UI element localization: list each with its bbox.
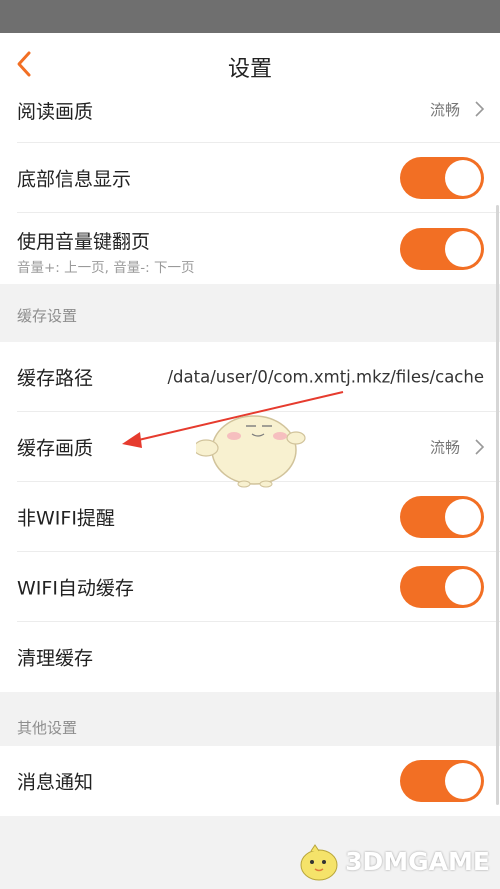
setting-label: 消息通知 [17, 771, 94, 794]
setting-value: 流畅 [429, 438, 460, 457]
setting-message-notification: 消息通知 [0, 746, 500, 816]
watermark-mascot-icon [300, 844, 338, 881]
toggle-knob [445, 763, 481, 799]
bottom-info-toggle[interactable] [400, 157, 484, 199]
message-notification-toggle[interactable] [400, 760, 484, 802]
setting-non-wifi-reminder: 非WIFI提醒 [0, 482, 500, 552]
watermark-text: 3DMGAME [345, 846, 490, 876]
setting-label: 缓存画质 [17, 437, 94, 460]
toggle-knob [445, 569, 481, 605]
status-bar [0, 0, 500, 33]
setting-label: 使用音量键翻页 [17, 231, 151, 253]
chevron-right-icon [475, 439, 485, 455]
section-title: 其他设置 [17, 719, 78, 737]
nav-bar: 设置 [0, 33, 500, 95]
section-header-cache: 缓存设置 [0, 284, 500, 342]
wifi-auto-cache-toggle[interactable] [400, 566, 484, 608]
cache-path-value: /data/user/0/com.xmtj.mkz/files/cache [167, 367, 484, 387]
toggle-knob [445, 160, 481, 196]
toggle-knob [445, 230, 481, 267]
setting-clear-cache[interactable]: 清理缓存 [0, 622, 500, 692]
volume-key-toggle[interactable] [400, 227, 484, 270]
scrollbar[interactable] [496, 205, 499, 805]
page-title: 设置 [227, 57, 272, 82]
setting-label: 非WIFI提醒 [17, 507, 115, 530]
setting-label: 底部信息显示 [17, 168, 132, 191]
setting-reading-quality[interactable]: 阅读画质 流畅 [0, 95, 500, 143]
setting-description: 音量+: 上一页, 音量-: 下一页 [17, 260, 195, 276]
toggle-knob [445, 499, 481, 535]
watermark: 3DMGAME [295, 839, 490, 883]
setting-label: WIFI自动缓存 [17, 577, 134, 600]
section-title: 缓存设置 [17, 307, 78, 325]
setting-value: 流畅 [429, 101, 460, 119]
setting-volume-key-page: 使用音量键翻页 音量+: 上一页, 音量-: 下一页 [0, 213, 500, 284]
setting-bottom-info: 底部信息显示 [0, 143, 500, 213]
non-wifi-toggle[interactable] [400, 496, 484, 538]
setting-label: 清理缓存 [17, 647, 94, 670]
section-header-other: 其他设置 [0, 692, 500, 746]
setting-wifi-auto-cache: WIFI自动缓存 [0, 552, 500, 622]
mascot-icon [196, 415, 306, 488]
chevron-right-icon [475, 101, 485, 117]
setting-label: 阅读画质 [17, 101, 94, 123]
setting-label: 缓存路径 [17, 367, 94, 390]
